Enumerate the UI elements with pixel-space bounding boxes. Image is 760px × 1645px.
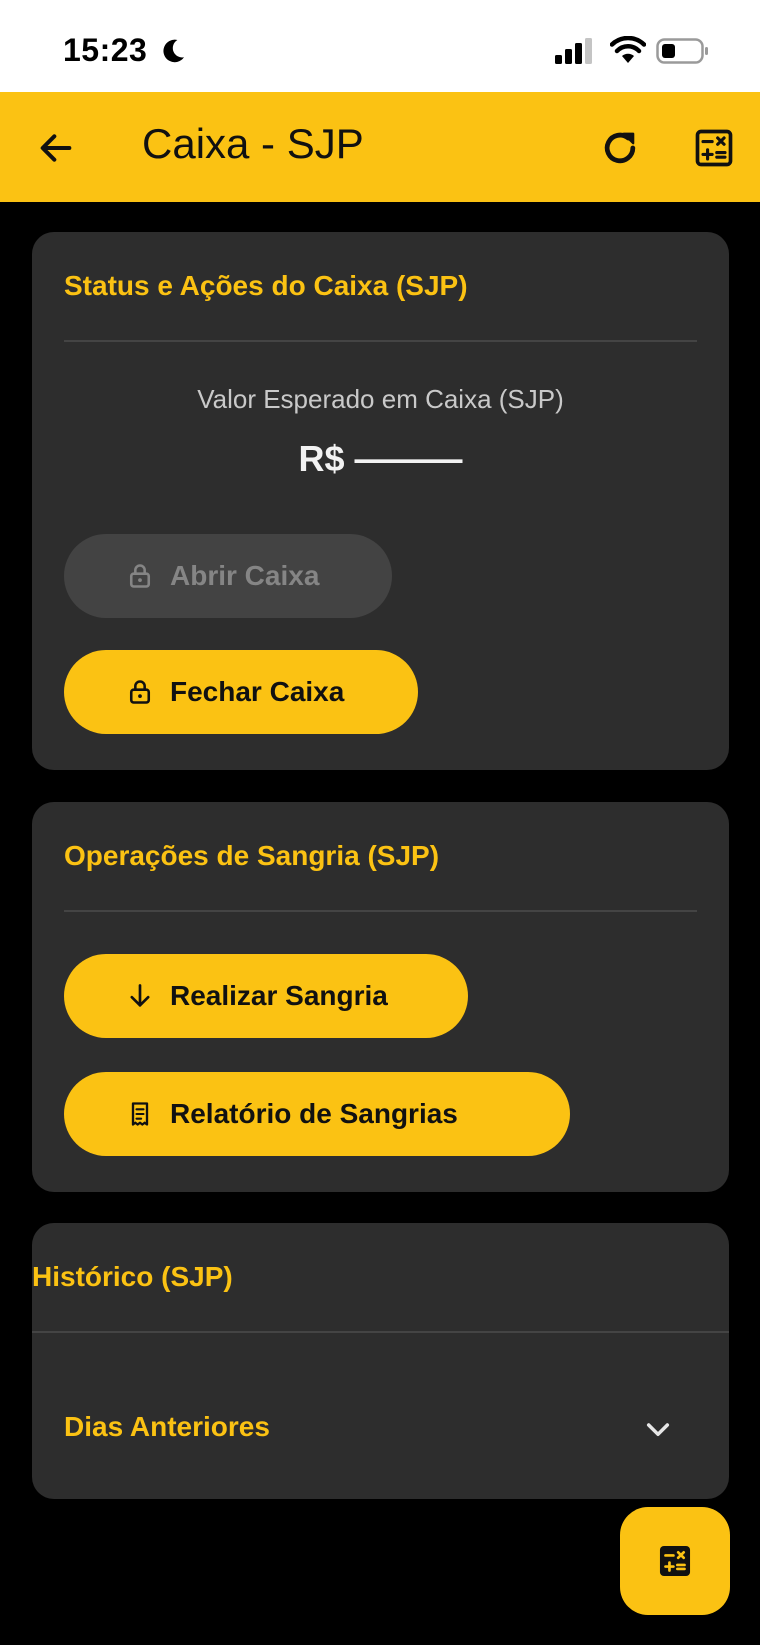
battery-icon (656, 38, 708, 64)
calculator-icon[interactable] (692, 126, 736, 170)
app-bar: Caixa - SJP (0, 92, 760, 202)
close-register-button[interactable]: Fechar Caixa (64, 650, 418, 734)
receipt-icon (131, 1102, 149, 1126)
divider (64, 910, 697, 912)
back-arrow-icon[interactable] (36, 128, 76, 168)
calculator-fab[interactable] (620, 1507, 730, 1615)
card-title: Histórico (SJP) (32, 1261, 233, 1292)
divider (32, 1331, 729, 1333)
perform-sangria-button[interactable]: Realizar Sangria (64, 954, 468, 1038)
page-title: Caixa - SJP (142, 120, 364, 167)
card-title: Status e Ações do Caixa (SJP) (64, 270, 468, 301)
calculator-icon (659, 1545, 691, 1577)
sangria-operations-card: Operações de Sangria (SJP) Realizar Sang… (32, 802, 729, 1192)
expected-value-label: Valor Esperado em Caixa (SJP) (197, 384, 564, 414)
button-label: Realizar Sangria (170, 980, 388, 1011)
sangria-report-button[interactable]: Relatório de Sangrias (64, 1072, 570, 1156)
chevron-down-icon (646, 1423, 670, 1437)
lock-icon (129, 680, 151, 704)
status-actions-card: Status e Ações do Caixa (SJP) Valor Espe… (32, 232, 729, 770)
button-label: Fechar Caixa (170, 676, 345, 707)
arrow-down-icon (130, 984, 150, 1007)
history-card: Histórico (SJP) Dias Anteriores (32, 1223, 729, 1499)
expected-value: R$ ——— (298, 438, 463, 479)
status-bar: 15:23 (0, 0, 760, 92)
button-label: Abrir Caixa (170, 560, 320, 591)
expander-label: Dias Anteriores (64, 1411, 270, 1442)
open-register-button[interactable]: Abrir Caixa (64, 534, 392, 618)
lock-icon (129, 564, 151, 588)
button-label: Relatório de Sangrias (170, 1098, 458, 1129)
wifi-icon (610, 36, 646, 63)
refresh-icon[interactable] (598, 126, 642, 170)
divider (64, 340, 697, 342)
status-time: 15:23 (63, 32, 148, 68)
cellular-signal-icon (555, 38, 592, 64)
previous-days-expander[interactable]: Dias Anteriores (32, 1363, 729, 1493)
card-title: Operações de Sangria (SJP) (64, 840, 440, 871)
moon-icon (163, 39, 184, 63)
